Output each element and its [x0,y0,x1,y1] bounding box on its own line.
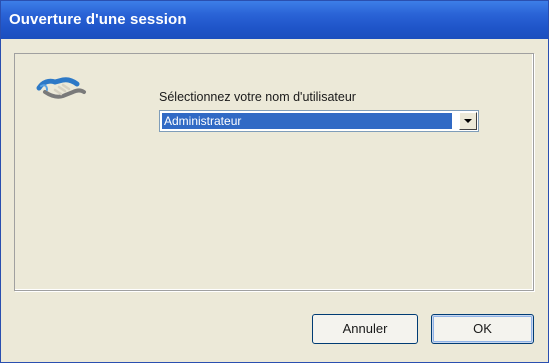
handshake-icon [36,77,86,99]
login-dialog: Ouverture d'une session Sélectionnez vot… [0,0,549,363]
chevron-down-icon[interactable] [459,112,477,130]
window-title: Ouverture d'une session [1,1,548,39]
selected-username[interactable]: Administrateur [162,113,452,129]
username-prompt-label: Sélectionnez votre nom d'utilisateur [159,90,356,104]
username-select[interactable]: Administrateur [159,110,479,132]
ok-button[interactable]: OK [431,314,534,344]
cancel-button[interactable]: Annuler [312,314,418,344]
login-panel: Sélectionnez votre nom d'utilisateur Adm… [14,53,534,291]
